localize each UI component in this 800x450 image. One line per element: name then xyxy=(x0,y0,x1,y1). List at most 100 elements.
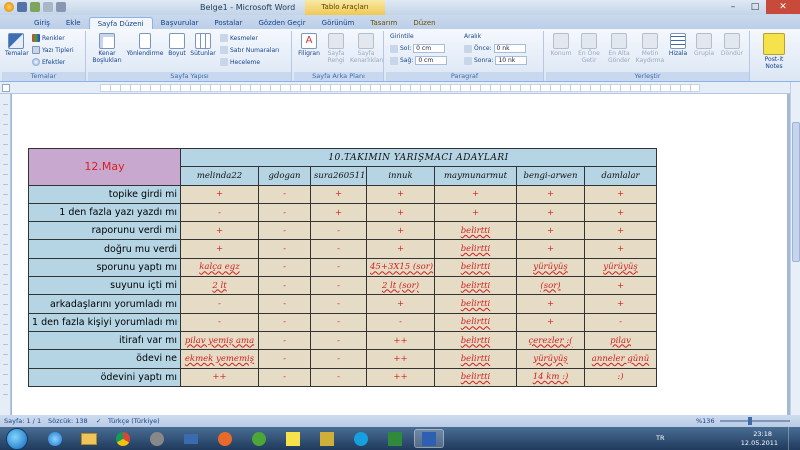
column-header[interactable]: innuk xyxy=(366,166,435,186)
date-cell[interactable]: 12.May xyxy=(28,148,181,186)
answer-cell[interactable]: + xyxy=(584,221,657,241)
answer-cell[interactable]: anneler günü xyxy=(584,349,657,369)
yonlendirme-button[interactable]: Yönlendirme xyxy=(126,33,164,57)
answer-cell[interactable]: - xyxy=(258,184,311,204)
dondur-button[interactable]: Döndür xyxy=(718,33,746,57)
answer-cell[interactable]: pilav xyxy=(584,330,657,351)
en-alta-gonder-button[interactable]: En Alta Gönder xyxy=(604,33,634,64)
tab-basvurular[interactable]: Başvurular xyxy=(153,17,207,29)
undo-icon[interactable] xyxy=(30,2,40,12)
column-header[interactable]: melinda22 xyxy=(180,166,259,186)
answer-cell[interactable]: - xyxy=(258,367,311,387)
tab-tasarim[interactable]: Tasarım xyxy=(362,17,405,29)
answer-cell[interactable]: yürüyüş xyxy=(584,257,657,278)
answer-cell[interactable]: - xyxy=(258,312,311,332)
vertical-scrollbar[interactable] xyxy=(790,82,800,415)
answer-cell[interactable]: + xyxy=(584,202,657,223)
scrollbar-thumb[interactable] xyxy=(792,122,800,262)
question-cell[interactable]: 1 den fazla kişiyi yorumladı mı xyxy=(28,312,181,332)
answer-cell[interactable]: + xyxy=(434,184,517,204)
answer-cell[interactable]: - xyxy=(258,349,311,369)
question-cell[interactable]: itirafı var mı xyxy=(28,330,181,351)
answer-cell[interactable]: 14 km :) xyxy=(516,367,585,387)
satir-numaralari-button[interactable]: Satır Numaraları xyxy=(220,46,279,54)
hizala-button[interactable]: Hizala xyxy=(666,33,690,57)
answer-cell[interactable]: kalça egz xyxy=(180,257,259,278)
kesmeler-button[interactable]: Kesmeler xyxy=(220,34,258,42)
answer-cell[interactable]: belirtti xyxy=(434,257,517,278)
sol-input[interactable]: 0 cm xyxy=(413,44,446,53)
office-logo-icon[interactable] xyxy=(4,2,14,12)
answer-cell[interactable]: belirtti xyxy=(434,367,517,387)
zoom-slider-handle[interactable] xyxy=(748,417,752,425)
metin-kaydirma-button[interactable]: Metin Kaydırma xyxy=(635,33,665,64)
question-cell[interactable]: arkadaşlarını yorumladı mı xyxy=(28,294,181,314)
close-button[interactable]: ✕ xyxy=(766,0,800,14)
answer-cell[interactable]: belirtti xyxy=(434,312,517,332)
answer-cell[interactable]: çerezler :( xyxy=(516,330,585,351)
contestants-table[interactable]: 12.May 10.TAKIMIN YARIŞMACI ADAYLARI mel… xyxy=(28,147,657,387)
word-count[interactable]: Sözcük: 138 xyxy=(48,417,88,425)
sayfa-kenarliklari-button[interactable]: Sayfa Kenarlıkları xyxy=(350,33,384,64)
tab-gorunum[interactable]: Görünüm xyxy=(314,17,363,29)
minimize-button[interactable]: – xyxy=(722,0,744,14)
question-cell[interactable]: sporunu yaptı mı xyxy=(28,257,181,278)
show-desktop-button[interactable] xyxy=(788,427,800,450)
answer-cell[interactable]: + xyxy=(516,294,585,314)
tab-giris[interactable]: Giriş xyxy=(26,17,58,29)
answer-cell[interactable]: - xyxy=(366,312,435,332)
answer-cell[interactable]: + xyxy=(584,184,657,204)
answer-cell[interactable]: belirtti xyxy=(434,239,517,259)
column-header[interactable]: damlalar xyxy=(584,166,657,186)
tab-duzen[interactable]: Düzen xyxy=(405,17,443,29)
answer-cell[interactable]: - xyxy=(310,367,367,387)
tab-postalar[interactable]: Postalar xyxy=(206,17,250,29)
table-title-cell[interactable]: 10.TAKIMIN YARIŞMACI ADAYLARI xyxy=(180,147,657,168)
answer-cell[interactable]: belirtti xyxy=(434,276,517,296)
answer-cell[interactable]: + xyxy=(584,294,657,314)
answer-cell[interactable]: + xyxy=(310,202,367,223)
tab-selector[interactable] xyxy=(2,84,10,92)
column-header[interactable]: maymunarmut xyxy=(434,166,517,186)
answer-cell[interactable]: - xyxy=(180,294,259,314)
answer-cell[interactable]: ++ xyxy=(366,330,435,351)
boyut-button[interactable]: Boyut xyxy=(166,33,188,57)
column-header[interactable]: gdogan xyxy=(258,166,311,186)
kenar-bosluklari-button[interactable]: Kenar Boşlukları xyxy=(90,33,124,64)
zoom-level[interactable]: %136 xyxy=(696,417,715,425)
answer-cell[interactable]: ekmek yememiş xyxy=(180,349,259,369)
answer-cell[interactable]: :) xyxy=(584,367,657,387)
answer-cell[interactable]: - xyxy=(180,202,259,223)
answer-cell[interactable]: - xyxy=(258,257,311,278)
answer-cell[interactable]: + xyxy=(516,184,585,204)
answer-cell[interactable]: (sor) xyxy=(516,276,585,296)
once-input[interactable]: 0 nk xyxy=(493,44,526,53)
answer-cell[interactable]: - xyxy=(584,312,657,332)
yazi-tipleri-button[interactable]: Yazı Tipleri xyxy=(32,46,74,54)
answer-cell[interactable]: + xyxy=(366,294,435,314)
print-icon[interactable] xyxy=(56,2,66,12)
question-cell[interactable]: doğru mu verdi xyxy=(28,239,181,259)
answer-cell[interactable]: 45+3X15 (sor) xyxy=(366,257,435,278)
tab-gozden-gecir[interactable]: Gözden Geçir xyxy=(250,17,313,29)
answer-cell[interactable]: - xyxy=(258,239,311,259)
postit-button[interactable]: Post-it Notes xyxy=(760,33,788,70)
answer-cell[interactable]: - xyxy=(310,294,367,314)
tab-ekle[interactable]: Ekle xyxy=(58,17,89,29)
answer-cell[interactable]: + xyxy=(366,202,435,223)
answer-cell[interactable]: - xyxy=(258,330,311,351)
question-cell[interactable]: 1 den fazla yazı yazdı mı xyxy=(28,202,181,223)
answer-cell[interactable]: belirtti xyxy=(434,294,517,314)
proofing-icon[interactable]: ✓ xyxy=(96,417,101,425)
answer-cell[interactable]: + xyxy=(366,239,435,259)
answer-cell[interactable]: - xyxy=(258,276,311,296)
grupla-button[interactable]: Grupla xyxy=(691,33,717,57)
sayfa-rengi-button[interactable]: Sayfa Rengi xyxy=(323,33,349,64)
media-icon[interactable] xyxy=(176,429,206,448)
answer-cell[interactable]: ++ xyxy=(366,367,435,387)
answer-cell[interactable]: - xyxy=(310,312,367,332)
answer-cell[interactable]: belirtti xyxy=(434,330,517,351)
answer-cell[interactable]: - xyxy=(258,221,311,241)
input-language[interactable]: TR xyxy=(656,434,665,442)
excel-icon[interactable] xyxy=(380,429,410,448)
